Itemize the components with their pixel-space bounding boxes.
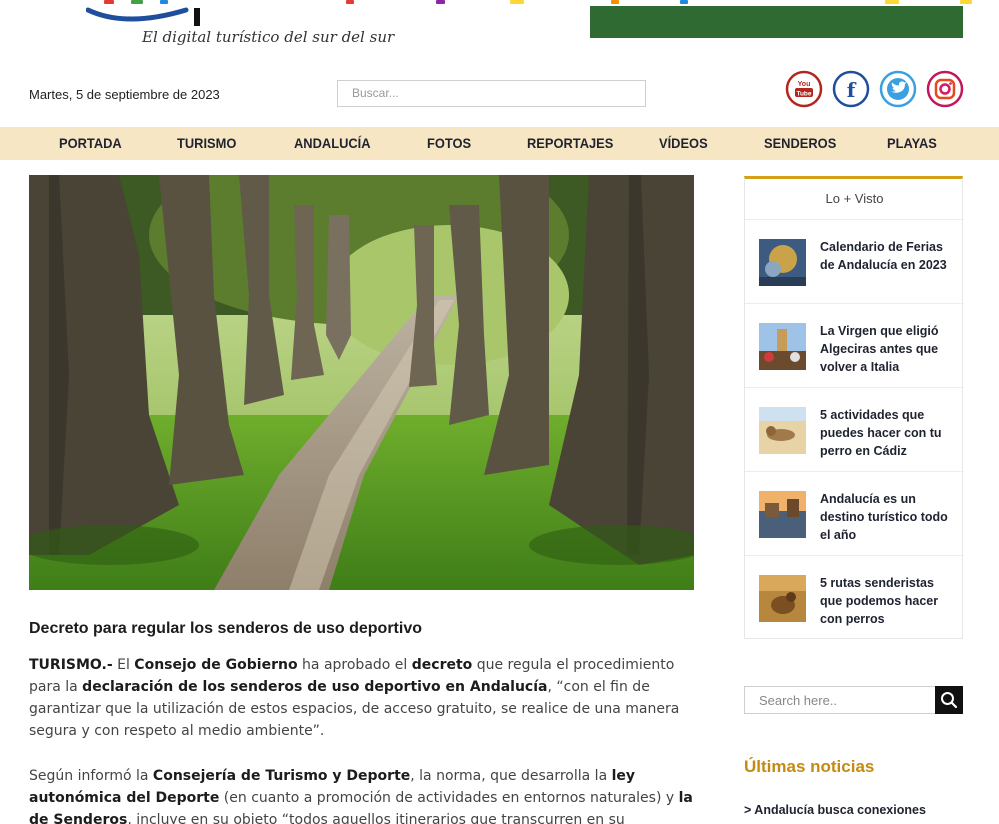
search-icon: [941, 692, 958, 709]
text-span: , incluye en su objeto “todos aquellos i…: [127, 812, 625, 824]
text-span: El: [112, 657, 135, 673]
nav-item-andalucia[interactable]: ANDALUCÍA: [294, 127, 371, 160]
top-search-input[interactable]: Buscar...: [337, 80, 646, 107]
item-title[interactable]: La Virgen que eligió Algeciras antes que…: [820, 322, 955, 376]
nav-item-portada[interactable]: PORTADA: [59, 127, 122, 160]
bold-span: Consejo de Gobierno: [134, 657, 298, 673]
logo-swoosh-icon: [86, 7, 200, 26]
search-button[interactable]: [935, 686, 963, 714]
most-viewed-item[interactable]: Calendario de Ferias de Andalucía en 202…: [745, 219, 964, 303]
bold-span: declaración de los senderos de uso depor…: [82, 679, 548, 695]
most-viewed-widget: Lo + Visto Calendario de Ferias de Andal…: [744, 176, 964, 639]
svg-text:Tube: Tube: [796, 91, 811, 98]
text-span: ha aprobado el: [297, 657, 412, 673]
article-paragraph-1: TURISMO.- El Consejo de Gobierno ha apro…: [29, 654, 694, 742]
item-title[interactable]: 5 actividades que puedes hacer con tu pe…: [820, 406, 955, 460]
item-thumbnail[interactable]: [759, 323, 806, 370]
current-date: Martes, 5 de septiembre de 2023: [29, 87, 220, 102]
youtube-icon[interactable]: You Tube: [785, 70, 823, 108]
green-banner-ad[interactable]: [590, 6, 963, 38]
header-row: Martes, 5 de septiembre de 2023 Buscar..…: [0, 70, 999, 120]
item-thumbnail[interactable]: [759, 407, 806, 454]
main-nav: PORTADA TURISMO ANDALUCÍA FOTOS REPORTAJ…: [0, 127, 999, 160]
item-title[interactable]: 5 rutas senderistas que podemos hacer co…: [820, 574, 955, 628]
widget-title: Lo + Visto: [825, 191, 884, 206]
article-paragraph-2: Según informó la Consejería de Turismo y…: [29, 765, 694, 824]
latest-news-item[interactable]: > Andalucía busca conexiones: [744, 803, 926, 817]
search-placeholder: Search here..: [759, 693, 838, 708]
facebook-icon[interactable]: f: [832, 70, 870, 108]
latest-news-title: Últimas noticias: [744, 757, 875, 776]
most-viewed-item[interactable]: 5 actividades que puedes hacer con tu pe…: [745, 387, 964, 471]
instagram-icon[interactable]: [926, 70, 964, 108]
bold-span: Consejería de Turismo y Deporte: [152, 768, 411, 784]
article-hero-image[interactable]: [29, 175, 694, 590]
most-viewed-item[interactable]: Andalucía es un destino turístico todo e…: [745, 471, 964, 555]
item-thumbnail[interactable]: [759, 239, 806, 286]
twitter-icon[interactable]: [879, 70, 917, 108]
item-title[interactable]: Calendario de Ferias de Andalucía en 202…: [820, 238, 955, 274]
item-thumbnail[interactable]: [759, 491, 806, 538]
bold-span: decreto: [411, 657, 473, 673]
article-title[interactable]: Decreto para regular los senderos de uso…: [29, 620, 422, 638]
text-span: , la norma, que desarrolla la: [410, 768, 612, 784]
nav-item-fotos[interactable]: FOTOS: [427, 127, 471, 160]
text-span: Según informó la: [29, 768, 153, 784]
most-viewed-item[interactable]: La Virgen que eligió Algeciras antes que…: [745, 303, 964, 387]
nav-item-playas[interactable]: PLAYAS: [887, 127, 937, 160]
site-tagline: El digital turístico del sur del sur: [142, 28, 395, 46]
section-tag: TURISMO.-: [29, 657, 113, 673]
nav-item-senderos[interactable]: SENDEROS: [764, 127, 836, 160]
svg-text:f: f: [847, 78, 857, 102]
item-thumbnail[interactable]: [759, 575, 806, 622]
nav-item-turismo[interactable]: TURISMO: [177, 127, 236, 160]
nav-item-reportajes[interactable]: REPORTAJES: [527, 127, 613, 160]
text-span: (en cuanto a promoción de actividades en…: [219, 790, 679, 806]
item-title[interactable]: Andalucía es un destino turístico todo e…: [820, 490, 955, 544]
sidebar-search-input[interactable]: Search here..: [744, 686, 963, 714]
nav-item-videos[interactable]: VÍDEOS: [659, 127, 708, 160]
svg-text:You: You: [798, 81, 811, 88]
most-viewed-item[interactable]: 5 rutas senderistas que podemos hacer co…: [745, 555, 964, 639]
